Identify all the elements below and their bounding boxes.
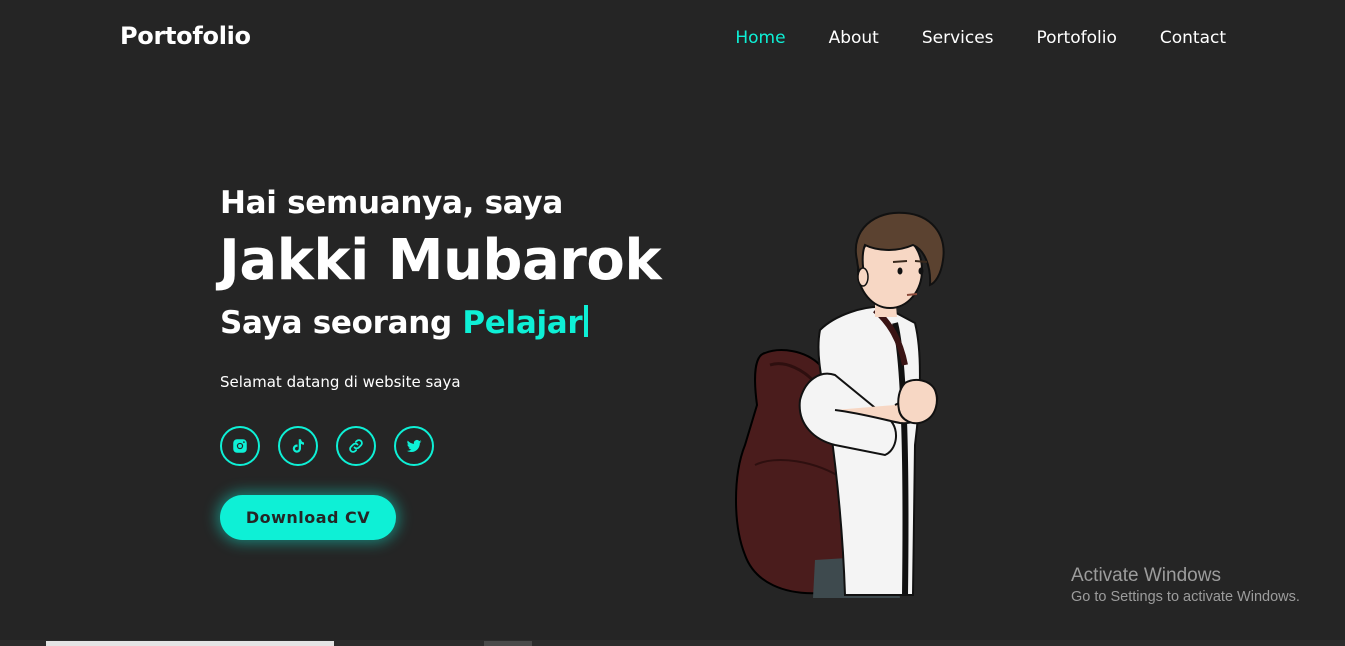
- tiktok-icon: [292, 439, 304, 453]
- main-nav: Home About Services Portofolio Contact: [692, 28, 1226, 48]
- hero-role: Saya seorang Pelajar: [220, 305, 589, 341]
- link-icon: [349, 439, 363, 453]
- instagram-link[interactable]: [220, 426, 260, 466]
- twitter-link[interactable]: [394, 426, 434, 466]
- nav-home[interactable]: Home: [735, 28, 785, 48]
- site-logo[interactable]: Portofolio: [120, 22, 251, 50]
- hero-greeting: Hai semuanya, saya: [220, 185, 563, 221]
- role-prefix: Saya seorang: [220, 305, 452, 341]
- website-link[interactable]: [336, 426, 376, 466]
- bottom-strip-dark-segment: [484, 641, 532, 646]
- portfolio-page: Portofolio Home About Services Portofoli…: [0, 0, 1345, 646]
- bottom-strip-light-segment: [46, 641, 334, 646]
- social-links: [220, 426, 452, 466]
- typing-cursor: [584, 305, 589, 337]
- instagram-icon: [233, 439, 247, 453]
- student-illustration: [735, 211, 945, 598]
- tiktok-link[interactable]: [278, 426, 318, 466]
- nav-portofolio[interactable]: Portofolio: [1037, 28, 1117, 48]
- hero-welcome: Selamat datang di website saya: [220, 373, 461, 391]
- role-highlight: Pelajar: [462, 305, 583, 341]
- twitter-icon: [406, 439, 422, 453]
- nav-contact[interactable]: Contact: [1160, 28, 1226, 48]
- windows-watermark-title: Activate Windows: [1071, 565, 1221, 586]
- nav-about[interactable]: About: [829, 28, 879, 48]
- nav-services[interactable]: Services: [922, 28, 994, 48]
- windows-watermark-subtitle: Go to Settings to activate Windows.: [1071, 589, 1300, 605]
- hero-name: Jakki Mubarok: [219, 228, 662, 293]
- download-cv-button[interactable]: Download CV: [220, 495, 396, 540]
